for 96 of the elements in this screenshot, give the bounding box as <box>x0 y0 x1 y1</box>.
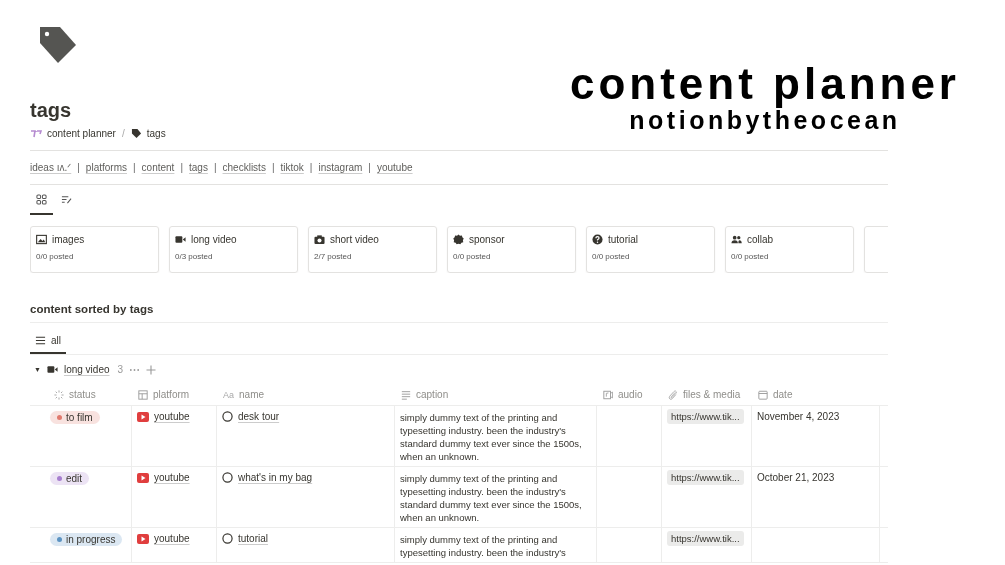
nav-link[interactable]: tags <box>189 162 208 173</box>
gallery-card[interactable]: images 0/0 posted <box>30 226 159 273</box>
platform-link[interactable]: youtube <box>154 533 190 544</box>
gallery-card[interactable]: long video 0/3 posted <box>169 226 298 273</box>
column-label: audio <box>618 389 643 400</box>
video-icon <box>175 234 186 245</box>
caption-text: simply dummy text of the printing and typesetting industry. been the industry's standard dummy text ever since the 1500s, when an unknown. <box>400 472 583 524</box>
platform-link[interactable]: youtube <box>154 472 190 483</box>
nav-separator: | <box>213 162 217 173</box>
status-label: edit <box>66 473 83 484</box>
column-label: files & media <box>683 389 741 400</box>
section-title: content sorted by tags <box>30 302 155 316</box>
layout-icon <box>138 389 148 400</box>
nav-link[interactable]: content <box>141 162 175 173</box>
gallery-card[interactable]: sponsor 0/0 posted <box>447 226 576 273</box>
nav-link[interactable]: tiktok <box>280 162 304 173</box>
date-text: November 4, 2023 <box>757 411 840 422</box>
entry-name[interactable]: what's in my bag <box>238 472 313 483</box>
camera-icon <box>314 234 325 245</box>
text-lines-icon <box>401 389 411 400</box>
grid-icon <box>36 193 47 205</box>
play-icon <box>137 533 149 544</box>
breadcrumb-separator: / <box>121 128 125 139</box>
nav-separator: | <box>133 162 136 173</box>
question-icon <box>592 234 603 245</box>
gallery-card[interactable]: collab 0/0 posted <box>725 226 854 273</box>
menu-icon <box>35 335 46 346</box>
card-count: 2/7 posted <box>314 252 353 261</box>
tag-icon <box>130 128 142 139</box>
column-label: status <box>69 389 96 400</box>
nav-separator: | <box>180 162 183 173</box>
nav-separator: | <box>309 162 313 173</box>
card-count: 0/0 posted <box>592 252 631 261</box>
nav-separator: | <box>368 162 371 173</box>
breadcrumb-link[interactable]: content planner <box>30 128 116 139</box>
card-count: 0/3 posted <box>175 252 214 261</box>
group-label[interactable]: long video <box>63 364 110 375</box>
text-type-icon: Aa <box>223 389 234 400</box>
loading-icon <box>54 389 64 400</box>
card-count: 0/0 posted <box>453 252 492 261</box>
status-label: in progress <box>66 534 116 545</box>
list-icon <box>61 193 72 205</box>
more-icon[interactable] <box>129 367 141 372</box>
nav-separator: | <box>271 162 275 173</box>
column-label: platform <box>153 389 190 400</box>
card-title: collab <box>747 234 774 245</box>
breadcrumb-link[interactable]: tags <box>130 128 166 139</box>
group-count: 3 <box>117 364 124 375</box>
gallery-card[interactable]: short video 2/7 posted <box>308 226 437 273</box>
circle-icon <box>222 411 233 422</box>
file-chip[interactable]: https://www.tik... <box>667 409 744 424</box>
card-count: 0/0 posted <box>36 252 75 261</box>
status-tag[interactable]: in progress <box>50 533 123 546</box>
nav-link[interactable]: youtube <box>376 162 413 173</box>
paperclip-icon <box>668 389 678 400</box>
tag-icon <box>38 25 78 65</box>
video-icon <box>46 364 58 375</box>
column-label: caption <box>416 389 449 400</box>
image-icon <box>36 234 47 245</box>
card-title: long video <box>191 234 237 245</box>
gallery-card[interactable]: tutorial 0/0 posted <box>586 226 715 273</box>
bow-icon <box>30 128 42 139</box>
entry-name[interactable]: desk tour <box>238 411 280 422</box>
platform-link[interactable]: youtube <box>154 411 190 422</box>
entry-name[interactable]: tutorial <box>238 533 268 544</box>
page-title: tags <box>30 98 73 122</box>
circle-icon <box>222 472 233 483</box>
status-tag[interactable]: edit <box>50 472 90 485</box>
nav-link[interactable]: checklists <box>222 162 266 173</box>
brand-title: content planner <box>569 62 960 106</box>
caption-text: simply dummy text of the printing and typesetting industry. been the industry's standard dummy text ever since the 1500s, when an unknown. <box>400 411 583 463</box>
column-label: name <box>239 389 265 400</box>
card-title: short video <box>330 234 379 245</box>
audio-icon <box>603 389 613 400</box>
nav-link[interactable]: instagram <box>318 162 363 173</box>
badge-icon <box>453 234 464 245</box>
date-text: October 21, 2023 <box>757 472 835 483</box>
play-icon <box>137 411 149 422</box>
add-icon[interactable] <box>146 364 157 375</box>
people-icon <box>731 234 742 245</box>
status-tag[interactable]: to film <box>50 411 100 424</box>
circle-icon <box>222 533 233 544</box>
calendar-icon <box>758 389 768 400</box>
column-label: date <box>773 389 793 400</box>
card-title: images <box>52 234 85 245</box>
nav-link[interactable]: ideas ıʌ.ᐟ <box>30 162 72 173</box>
nav-link[interactable]: platforms <box>85 162 127 173</box>
card-title: tutorial <box>608 234 638 245</box>
card-count: 0/0 posted <box>731 252 770 261</box>
nav-separator: | <box>77 162 80 173</box>
file-chip[interactable]: https://www.tik... <box>667 531 744 546</box>
status-label: to film <box>66 412 93 423</box>
card-title: sponsor <box>469 234 505 245</box>
file-chip[interactable]: https://www.tik... <box>667 470 744 485</box>
play-icon <box>137 472 149 483</box>
caption-text: simply dummy text of the printing and typesetting industry. been the industry's <box>400 533 567 559</box>
